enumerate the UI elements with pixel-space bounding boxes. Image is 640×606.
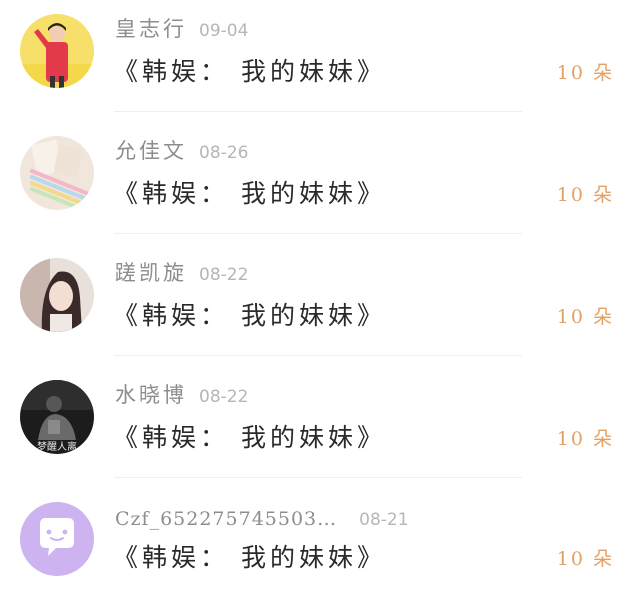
divider (114, 111, 522, 112)
name-line: Czf_652275745503… 08-21 (115, 504, 409, 534)
book-title: 《韩娱： 我的妹妹》 (113, 543, 386, 572)
gift-count: 10 朵 (556, 548, 614, 570)
book-title: 《韩娱： 我的妹妹》 (113, 301, 386, 330)
avatar-caption: 梦醒人离 (37, 440, 77, 453)
gift-count: 10 朵 (556, 428, 614, 450)
gift-count: 10 朵 (556, 306, 614, 328)
chat-bubble-icon (20, 502, 94, 576)
divider (114, 477, 522, 478)
name-line: 皇志行 09-04 (115, 14, 248, 44)
name-line: 允佳文 08-26 (115, 136, 248, 166)
book-title: 《韩娱： 我的妹妹》 (113, 57, 386, 86)
user-name[interactable]: 蹉凯旋 (115, 261, 187, 285)
list-item[interactable]: 梦醒人离 水晓博 08-22 《韩娱： 我的妹妹》 10 朵 (0, 366, 640, 486)
gift-date: 08-22 (199, 265, 249, 285)
avatar-photo (20, 258, 94, 332)
avatar-photo (20, 136, 94, 210)
user-avatar[interactable] (20, 258, 94, 332)
gift-date: 08-21 (359, 510, 409, 530)
gift-date: 08-22 (199, 387, 249, 407)
book-title: 《韩娱： 我的妹妹》 (113, 179, 386, 208)
user-avatar[interactable] (20, 502, 94, 576)
user-name[interactable]: 允佳文 (115, 139, 187, 163)
user-avatar[interactable]: 梦醒人离 (20, 380, 94, 454)
list-item[interactable]: 皇志行 09-04 《韩娱： 我的妹妹》 10 朵 (0, 0, 640, 120)
user-name[interactable]: Czf_652275745503… (115, 508, 337, 530)
gift-count: 10 朵 (556, 62, 614, 84)
name-line: 蹉凯旋 08-22 (115, 258, 248, 288)
divider (114, 233, 522, 234)
gift-count: 10 朵 (556, 184, 614, 206)
gift-date: 08-26 (199, 143, 249, 163)
user-name[interactable]: 皇志行 (115, 17, 187, 41)
avatar-photo (20, 14, 94, 88)
gift-record-list: 皇志行 09-04 《韩娱： 我的妹妹》 10 朵 允佳文 08-26 《韩娱： 我… (0, 0, 640, 592)
book-title: 《韩娱： 我的妹妹》 (113, 423, 386, 452)
gift-date: 09-04 (199, 21, 249, 41)
list-item[interactable]: 允佳文 08-26 《韩娱： 我的妹妹》 10 朵 (0, 122, 640, 242)
avatar-photo: 梦醒人离 (20, 380, 94, 454)
list-item[interactable]: 蹉凯旋 08-22 《韩娱： 我的妹妹》 10 朵 (0, 244, 640, 364)
user-avatar[interactable] (20, 14, 94, 88)
user-name[interactable]: 水晓博 (115, 383, 187, 407)
divider (114, 355, 522, 356)
name-line: 水晓博 08-22 (115, 380, 248, 410)
user-avatar[interactable] (20, 136, 94, 210)
list-item[interactable]: Czf_652275745503… 08-21 《韩娱： 我的妹妹》 10 朵 (0, 486, 640, 606)
